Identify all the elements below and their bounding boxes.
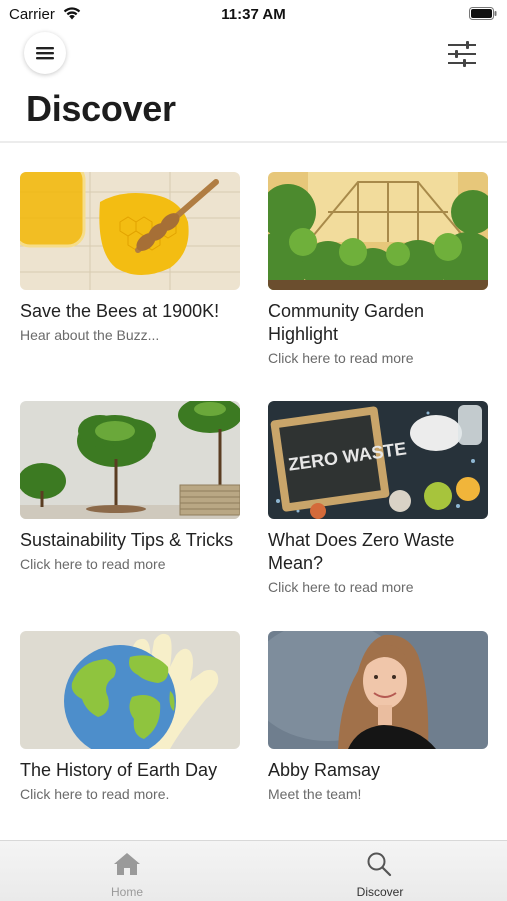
home-icon — [114, 853, 140, 875]
honey-image — [20, 172, 240, 290]
card-save-the-bees[interactable]: Save the Bees at 1900K! Hear about the B… — [20, 172, 240, 344]
header-divider — [0, 141, 507, 143]
card-title: What Does Zero Waste Mean? — [268, 530, 455, 573]
garden-image — [268, 172, 488, 290]
card-title: Abby Ramsay — [268, 760, 381, 780]
status-bar: Carrier 11:37 AM — [0, 0, 507, 28]
card-title: Save the Bees at 1900K! — [20, 301, 220, 321]
card-community-garden[interactable]: Community Garden Highlight Click here to… — [268, 172, 488, 367]
tab-label: Home — [110, 885, 143, 899]
card-subtitle: Meet the team! — [268, 786, 362, 802]
filter-sliders-icon[interactable] — [447, 40, 477, 68]
battery-icon — [469, 7, 497, 20]
trees-coins-image — [20, 401, 240, 519]
menu-button[interactable] — [24, 32, 66, 74]
tab-home[interactable]: Home — [52, 841, 202, 901]
card-title: Community Garden Highlight — [268, 301, 425, 344]
card-subtitle: Click here to read more — [268, 579, 414, 595]
earth-hand-image — [20, 631, 240, 749]
card-title: The History of Earth Day — [20, 760, 218, 780]
card-subtitle: Click here to read more — [268, 350, 414, 366]
team-member-photo — [268, 631, 488, 749]
card-history-earth-day[interactable]: The History of Earth Day Click here to r… — [20, 631, 240, 803]
page-title: Discover — [26, 88, 176, 129]
search-icon — [367, 852, 392, 877]
card-subtitle: Click here to read more — [20, 556, 166, 572]
tab-label: Discover — [356, 885, 404, 899]
card-subtitle: Click here to read more. — [20, 786, 170, 802]
tab-bar: Home Discover — [0, 840, 507, 901]
status-time: 11:37 AM — [221, 6, 286, 23]
tab-discover[interactable]: Discover — [305, 841, 455, 901]
hamburger-icon — [36, 47, 54, 60]
card-zero-waste[interactable]: ZERO WASTE What Does Zero Waste Mean? Cl… — [268, 401, 488, 596]
card-subtitle: Hear about the Buzz... — [20, 327, 160, 343]
card-title: Sustainability Tips & Tricks — [20, 530, 234, 550]
card-sustainability-tips[interactable]: Sustainability Tips & Tricks Click here … — [20, 401, 240, 573]
zero-waste-image: ZERO WASTE — [268, 401, 488, 519]
card-abby-ramsay[interactable]: Abby Ramsay Meet the team! — [268, 631, 488, 803]
